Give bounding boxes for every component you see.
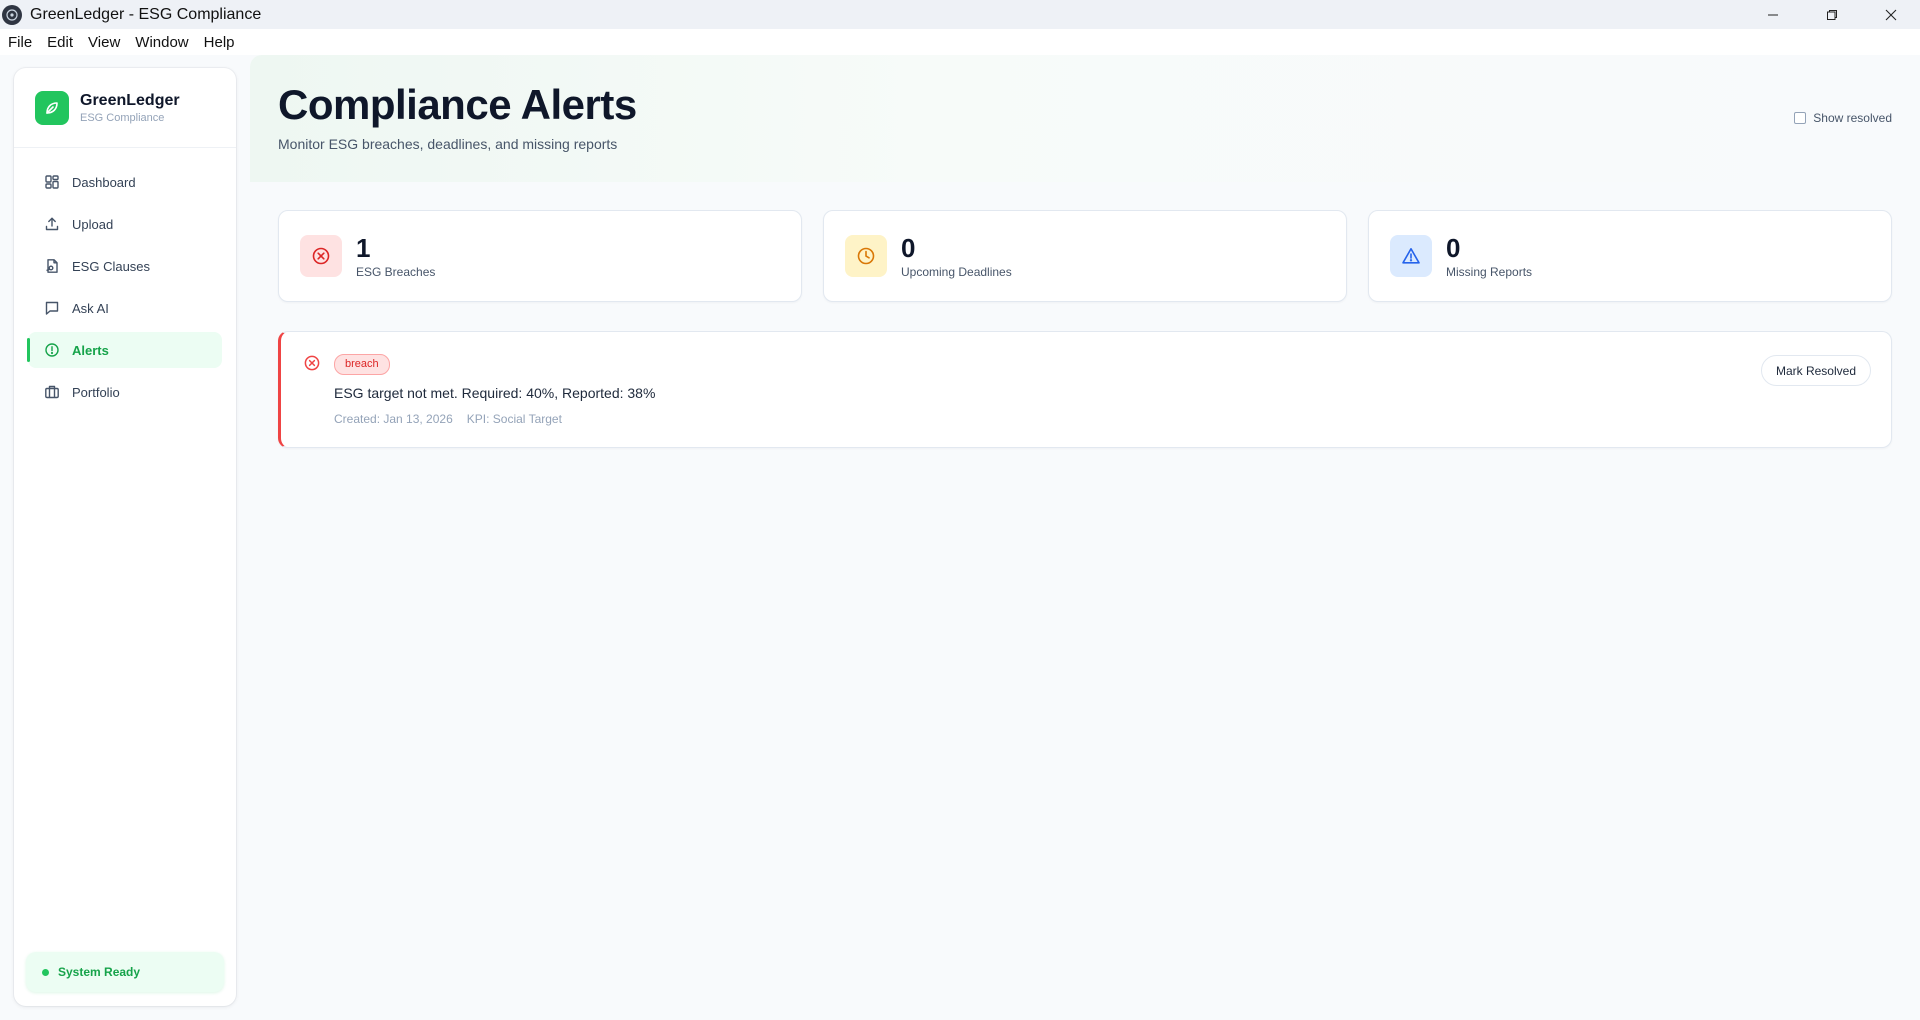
menu-help[interactable]: Help xyxy=(204,34,235,51)
menu-view[interactable]: View xyxy=(88,34,120,51)
alert-kpi: KPI: Social Target xyxy=(466,412,562,426)
sidebar: GreenLedger ESG Compliance Dashboard Upl… xyxy=(14,68,236,1006)
system-status: System Ready xyxy=(26,952,224,992)
show-resolved-label: Show resolved xyxy=(1813,111,1892,125)
sidebar-item-alerts[interactable]: Alerts xyxy=(27,332,222,368)
warning-triangle-icon xyxy=(1390,235,1432,277)
stat-value: 0 xyxy=(901,232,916,263)
leaf-icon xyxy=(35,90,69,125)
alert-meta: Created: Jan 13, 2026 KPI: Social Target xyxy=(334,412,562,426)
stats-row: 1 ESG Breaches 0 Upcoming Deadlines 0 Mi… xyxy=(278,210,1892,302)
page-header: Compliance Alerts Monitor ESG breaches, … xyxy=(250,55,1920,182)
menu-bar: File Edit View Window Help xyxy=(0,29,1920,55)
brand-name: GreenLedger xyxy=(80,91,180,109)
page-title: Compliance Alerts xyxy=(278,81,637,128)
sidebar-item-label: ESG Clauses xyxy=(72,258,151,274)
clock-icon xyxy=(845,235,887,277)
sidebar-item-upload[interactable]: Upload xyxy=(28,206,222,242)
sidebar-nav: Dashboard Upload ESG Clauses Ask AI Aler… xyxy=(14,148,236,410)
status-dot-icon xyxy=(42,968,49,976)
alert-circle-icon xyxy=(43,341,61,359)
sidebar-item-portfolio[interactable]: Portfolio xyxy=(28,374,222,410)
brand: GreenLedger ESG Compliance xyxy=(14,68,236,148)
stat-card-missing-reports: 0 Missing Reports xyxy=(1368,210,1892,302)
sidebar-item-label: Ask AI xyxy=(72,300,109,316)
alert-type-badge: breach xyxy=(334,354,390,375)
alert-message: ESG target not met. Required: 40%, Repor… xyxy=(334,385,656,401)
briefcase-icon xyxy=(43,383,61,401)
x-circle-icon xyxy=(300,235,342,277)
sidebar-item-label: Alerts xyxy=(72,342,109,358)
upload-icon xyxy=(43,215,61,233)
brand-subtitle: ESG Compliance xyxy=(80,111,165,124)
mark-resolved-button[interactable]: Mark Resolved xyxy=(1760,355,1871,386)
chat-icon xyxy=(43,299,61,317)
sidebar-item-ask-ai[interactable]: Ask AI xyxy=(28,290,222,326)
sidebar-item-label: Dashboard xyxy=(72,174,136,190)
menu-edit[interactable]: Edit xyxy=(47,34,73,51)
stat-label: Missing Reports xyxy=(1446,264,1533,279)
x-circle-icon xyxy=(303,354,321,372)
show-resolved-checkbox[interactable] xyxy=(1794,112,1807,124)
document-icon xyxy=(43,257,61,275)
window-title: GreenLedger - ESG Compliance xyxy=(30,5,262,23)
show-resolved-toggle[interactable]: Show resolved xyxy=(1794,111,1892,125)
sidebar-item-esg-clauses[interactable]: ESG Clauses xyxy=(28,248,222,284)
minimize-icon[interactable] xyxy=(1743,0,1802,29)
sidebar-item-label: Upload xyxy=(72,216,114,232)
dashboard-icon xyxy=(43,173,61,191)
menu-window[interactable]: Window xyxy=(135,34,188,51)
alert-card: breach ESG target not met. Required: 40%… xyxy=(278,331,1892,448)
app-icon xyxy=(2,4,22,25)
stat-label: Upcoming Deadlines xyxy=(901,264,1012,279)
stat-card-deadlines: 0 Upcoming Deadlines xyxy=(823,210,1347,302)
stat-card-breaches: 1 ESG Breaches xyxy=(278,210,802,302)
sidebar-item-label: Portfolio xyxy=(72,384,120,400)
sidebar-item-dashboard[interactable]: Dashboard xyxy=(28,164,222,200)
menu-file[interactable]: File xyxy=(8,34,32,51)
system-status-text: System Ready xyxy=(58,965,141,979)
page-subtitle: Monitor ESG breaches, deadlines, and mis… xyxy=(278,136,618,152)
restore-icon[interactable] xyxy=(1802,0,1861,29)
alert-created: Created: Jan 13, 2026 xyxy=(334,412,453,426)
close-icon[interactable] xyxy=(1861,0,1920,29)
title-bar: GreenLedger - ESG Compliance xyxy=(0,0,1920,29)
stat-label: ESG Breaches xyxy=(356,264,436,279)
stat-value: 1 xyxy=(356,232,371,263)
stat-value: 0 xyxy=(1446,232,1461,263)
